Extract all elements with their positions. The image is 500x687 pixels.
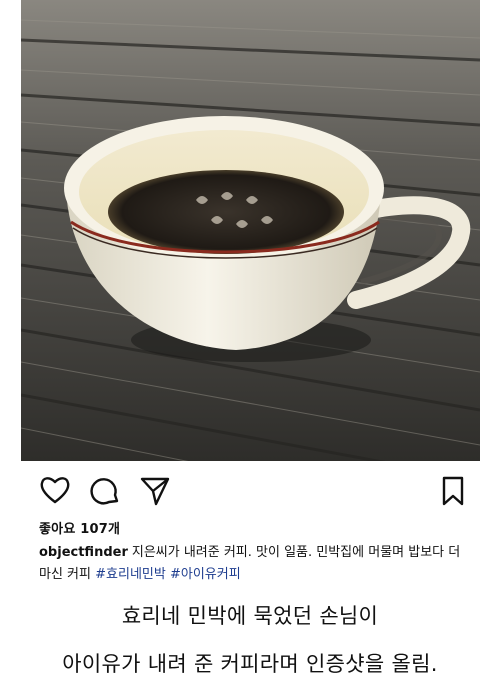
comment-icon[interactable]: [89, 475, 121, 507]
share-icon[interactable]: [139, 475, 171, 507]
coffee-cup-image: [21, 0, 480, 461]
post-caption: objectfinder 지은씨가 내려준 커피. 맛이 일품. 민박집에 머물며…: [39, 542, 469, 586]
instagram-post: 좋아요 107개 objectfinder 지은씨가 내려준 커피. 맛이 일품.…: [21, 0, 480, 602]
caption-username[interactable]: objectfinder: [39, 545, 128, 560]
likes-count[interactable]: 좋아요 107개: [39, 518, 120, 537]
hashtag-link[interactable]: #효리네민박: [95, 567, 166, 582]
post-actions-bar: [21, 475, 480, 507]
bookmark-icon[interactable]: [441, 475, 465, 507]
overlay-caption-line-2: 아이유가 내려 준 커피라며 인증샷을 올림.: [62, 652, 438, 676]
hashtag-link[interactable]: #아이유커피: [170, 567, 241, 582]
heart-icon[interactable]: [39, 475, 71, 505]
overlay-caption-line-1: 효리네 민박에 묵었던 손님이: [121, 604, 379, 628]
post-photo[interactable]: [21, 0, 480, 461]
